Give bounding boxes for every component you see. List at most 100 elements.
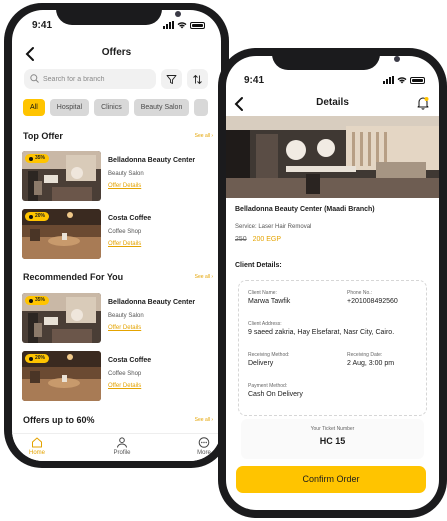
section-title-top-offer: Top Offer [23, 131, 63, 141]
tab-home[interactable]: Home [22, 437, 52, 456]
ticket-label: Your Ticket Number [310, 426, 355, 432]
tab-profile[interactable]: Profile [107, 437, 137, 456]
see-all-top-offer[interactable]: See all › [195, 133, 213, 139]
chip-clinics[interactable]: Clinics [94, 99, 129, 116]
offer-card-costa[interactable]: 20% Costa Coffee Coffee Shop Offer Detai… [22, 209, 212, 261]
chip-all[interactable]: All [23, 99, 45, 116]
see-all-offers-60[interactable]: See all › [195, 417, 213, 423]
phone-notch [272, 48, 400, 70]
receiving-method: Delivery [248, 360, 274, 367]
old-price: 250 [235, 236, 247, 243]
offer-details-link[interactable]: Offer Details [108, 241, 141, 247]
camera-dot [175, 11, 181, 17]
salon-hero-image [226, 116, 439, 198]
new-price: 200 EGP [252, 236, 282, 243]
battery-icon [190, 21, 205, 29]
discount-badge: 35% [25, 154, 50, 163]
client-name-field: Client Name: Marwa Tawfik [248, 290, 290, 305]
phone-field: Phone No.: +201008492560 [347, 290, 398, 305]
signal-icon [163, 21, 174, 29]
receiving-method-field: Receiving Method: Delivery [248, 352, 289, 367]
page-title: Details [316, 97, 349, 108]
payment-method: Cash On Delivery [248, 391, 303, 398]
offer-name: Costa Coffee [108, 357, 152, 364]
address-field: Client Address: 9 saeed zakria, Hay Else… [248, 321, 394, 336]
offer-name: Belladonna Beauty Center [108, 299, 196, 306]
coffee-shop-image: 20% [22, 209, 101, 259]
sort-button[interactable] [187, 69, 208, 89]
field-label: Client Address: [248, 321, 282, 327]
offer-category: Beauty Salon [108, 171, 144, 177]
confirm-order-button[interactable]: Confirm Order [236, 466, 426, 493]
ticket-card: Your Ticket Number HC 15 [241, 419, 424, 459]
ticket-number: HC 15 [319, 436, 346, 446]
offer-details-link[interactable]: Offer Details [108, 183, 141, 189]
salon-image: 35% [22, 151, 101, 201]
details-phone-frame: 9:41 Details Belladonna Beauty Center (M… [218, 48, 447, 518]
offer-card-belladonna[interactable]: 35% Belladonna Beauty Center Beauty Salo… [22, 293, 212, 345]
filter-icon [166, 74, 177, 84]
client-details-card: Client Name: Marwa Tawfik Phone No.: +20… [238, 280, 427, 416]
status-bar: 9:41 [226, 75, 439, 89]
phone-notch [56, 3, 181, 25]
search-box [24, 69, 156, 89]
wifi-icon [177, 22, 187, 29]
tab-more[interactable]: More [189, 437, 219, 456]
filter-button[interactable] [161, 69, 182, 89]
sort-icon [193, 74, 202, 84]
client-name: Marwa Tawfik [248, 298, 291, 305]
profile-icon [117, 437, 127, 448]
field-label: Client Name: [248, 290, 277, 296]
field-label: Payment Method: [248, 383, 288, 389]
receiving-date-field: Receiving Date: 2 Aug, 3:00 pm [347, 352, 394, 367]
discount-badge: 20% [25, 354, 50, 363]
chip-more[interactable] [194, 99, 209, 116]
salon-image: 35% [22, 293, 101, 343]
section-title-recommended: Recommended For You [23, 272, 124, 282]
branch-title: Belladonna Beauty Center (Maadi Branch) [235, 206, 375, 213]
tab-home-label: Home [28, 450, 45, 456]
bottom-tab-bar: Home Profile More [12, 433, 221, 461]
client-address: 9 saeed zakria, Hay Elsefarat, Nasr City… [248, 329, 395, 336]
field-label: Receiving Method: [248, 352, 290, 358]
signal-icon [383, 76, 394, 84]
service-label: Service: Laser Hair Removal [235, 224, 312, 230]
discount-badge: 35% [25, 296, 50, 305]
battery-icon [410, 76, 425, 84]
home-icon [32, 437, 42, 448]
chip-beauty-salon[interactable]: Beauty Salon [133, 99, 190, 116]
offer-name: Belladonna Beauty Center [108, 157, 196, 164]
offers-phone-frame: 9:41 Offers All Hospita [4, 3, 229, 468]
client-details-heading: Client Details: [235, 262, 282, 269]
field-label: Receiving Date: [347, 352, 383, 358]
offer-details-link[interactable]: Offer Details [108, 325, 141, 331]
discount-badge: 20% [25, 212, 50, 221]
payment-method-field: Payment Method: Cash On Delivery [248, 383, 303, 398]
search-input[interactable] [43, 69, 151, 89]
receiving-date: 2 Aug, 3:00 pm [347, 360, 395, 367]
search-icon [30, 74, 39, 83]
price-row: 250 200 EGP [235, 236, 281, 243]
tab-profile-label: Profile [113, 450, 131, 456]
offers-header: Offers [12, 44, 221, 64]
offer-details-link[interactable]: Offer Details [108, 383, 141, 389]
more-icon [198, 437, 210, 448]
field-label: Phone No.: [347, 290, 373, 296]
offer-card-belladonna[interactable]: 35% Belladonna Beauty Center Beauty Salo… [22, 151, 212, 203]
offers-screen: 9:41 Offers All Hospita [12, 10, 221, 461]
phone-number: +201008492560 [347, 298, 398, 305]
search-row [24, 69, 208, 89]
chip-hospital[interactable]: Hospital [49, 99, 90, 116]
page-title: Offers [101, 47, 132, 58]
section-title-offers-60: Offers up to 60% [23, 415, 95, 425]
offer-category: Beauty Salon [108, 313, 144, 319]
notification-bell-icon[interactable] [417, 96, 429, 110]
details-screen: 9:41 Details Belladonna Beauty Center (M… [226, 56, 439, 510]
offer-card-costa[interactable]: 20% Costa Coffee Coffee Shop Offer Detai… [22, 351, 212, 403]
category-filter-chips: All Hospital Clinics Beauty Salon [23, 99, 209, 116]
see-all-recommended[interactable]: See all › [195, 274, 213, 280]
camera-dot [394, 56, 400, 62]
offer-category: Coffee Shop [108, 229, 142, 235]
offer-category: Coffee Shop [108, 371, 142, 377]
offer-name: Costa Coffee [108, 215, 152, 222]
